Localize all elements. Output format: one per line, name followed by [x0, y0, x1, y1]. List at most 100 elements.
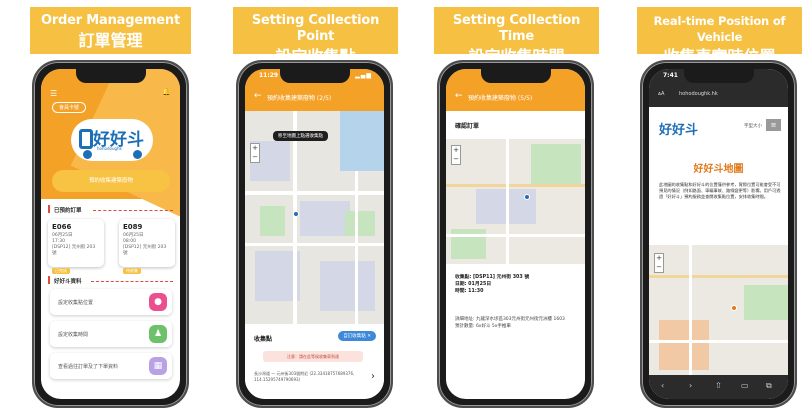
back-arrow-icon[interactable]: ←: [254, 91, 262, 101]
vehicle-marker-icon[interactable]: [731, 305, 737, 311]
map-road: [649, 340, 788, 343]
calendar-icon: ▦: [149, 357, 167, 375]
map-road: [689, 245, 692, 380]
book-collection-button[interactable]: 預約收集建築廢物: [52, 170, 170, 192]
caption-zh: 訂單管理: [78, 31, 143, 50]
map-location-pin-icon[interactable]: [293, 211, 299, 217]
logo-wheel: [83, 150, 92, 159]
order-summary: 收集點: [DSP11] 元州街 303 號 日期: 01月25日 時間: 11…: [455, 274, 580, 295]
order-code: E066: [52, 223, 72, 231]
map-instruction-banner: 移至地圖上點選收集點: [273, 131, 328, 141]
date-line: 日期: 01月25日: [455, 282, 492, 287]
caption-collection-time: Setting Collection Time 設定收集時間: [434, 7, 599, 66]
map-zoom-control[interactable]: + −: [250, 143, 260, 163]
app-logo: 好好斗 hohodoughk: [71, 119, 153, 161]
page-heading: 好好斗地圖: [693, 164, 744, 175]
order-address: [DSP12] 元州街 203 號: [123, 245, 167, 256]
phone-collection-time: ← 預約收集建築廢物 (5/5) 確認訂單 + − 收集點: [DSP11] 元州…: [437, 60, 594, 408]
address-text: 長沙灣道 — 元州街303號附近 (22.33418757689376, 114…: [254, 371, 355, 382]
card-label: 設定收集時間: [58, 332, 89, 338]
card-label: 查看過往訂單及了下單資料: [58, 364, 119, 370]
map-view[interactable]: + −: [446, 139, 585, 264]
logo-wheel: [133, 150, 142, 159]
order-code: E089: [123, 223, 143, 231]
phone-vehicle-position: 7:41 ᴀA hohodoughk.hk 好好斗 字型大小 ≡ 好好斗地圖 此…: [640, 60, 797, 408]
section-divider: [91, 281, 173, 282]
map-road: [649, 275, 788, 278]
map-road: [293, 111, 297, 324]
phone-notch: [75, 69, 146, 83]
status-time: 11:29: [259, 72, 279, 79]
hamburger-menu-icon[interactable]: ≡: [766, 119, 781, 131]
confirm-order-title: 確認訂單: [455, 123, 480, 130]
member-pill[interactable]: 會員卡號: [52, 102, 87, 113]
person-icon: ♟: [149, 325, 167, 343]
browser-screen: 7:41 ᴀA hohodoughk.hk 好好斗 字型大小 ≡ 好好斗地圖 此…: [649, 69, 788, 399]
warning-notice: 注意：請在此等候收集車到達: [263, 351, 363, 362]
browser-toolbar: ‹ › ⇧ ▭ ⧉: [649, 375, 788, 399]
back-icon[interactable]: ‹: [661, 381, 664, 390]
share-icon[interactable]: ⇧: [715, 381, 722, 390]
page-body-text: 此地圖的收集點和好好斗的位置僅供參考，實際位置可能會受不可預見的情況（例如路面、…: [659, 182, 781, 200]
app-screen: 11:29 ▂▄▆ ← 預約收集建築廢物 (2/5) + − 移至地圖上點選收集點…: [245, 69, 384, 399]
phone-notch: [480, 69, 551, 83]
phone-order-management: ☰ 🔔 會員卡號 好好斗 hohodoughk 預約收集建築廢物 已預約訂單 E…: [32, 60, 189, 408]
custom-point-button[interactable]: 自訂收集點 ✕: [338, 331, 376, 341]
tabs-icon[interactable]: ⧉: [766, 381, 772, 391]
detail-quantity: 預計數量: 6x好斗 5x手推車: [455, 323, 511, 329]
bookmarks-icon[interactable]: ▭: [741, 381, 749, 390]
url-field[interactable]: hohodoughk.hk: [679, 91, 718, 97]
site-logo[interactable]: 好好斗: [659, 119, 698, 138]
map-park: [531, 144, 581, 184]
app-screen: ☰ 🔔 會員卡號 好好斗 hohodoughk 預約收集建築廢物 已預約訂單 E…: [41, 69, 180, 399]
text-size-icon[interactable]: ᴀA: [658, 91, 664, 97]
map-road: [245, 243, 384, 246]
card-label: 設定收集點位置: [58, 300, 94, 306]
map-view[interactable]: + −: [245, 111, 384, 324]
back-arrow-icon[interactable]: ←: [455, 91, 463, 101]
caption-en: Setting Collection Time: [452, 13, 581, 44]
panel-title: 收集點: [254, 336, 273, 343]
set-time-card[interactable]: 設定收集時間 ♟: [50, 321, 172, 347]
map-park: [345, 211, 375, 236]
phone-notch: [279, 69, 350, 83]
header-title: 預約收集建築廢物 (2/5): [267, 95, 332, 102]
order-card[interactable]: E066 06月25日 17:30 [DSP12] 元州街 203 號 已完成: [48, 219, 104, 274]
set-location-card[interactable]: 設定收集點位置 ●: [50, 289, 172, 315]
caption-vehicle-position: Real-time Position of Vehicle 收集車實時位置: [637, 7, 802, 66]
caption-en: Setting Collection Point: [251, 13, 380, 44]
map-block: [659, 320, 709, 370]
collection-point-line: 收集點: [DSP11] 元州街 303 號: [455, 275, 530, 280]
info-section-title: 好好斗資料: [54, 279, 82, 285]
time-line: 時間: 11:30: [455, 289, 484, 294]
bell-icon[interactable]: 🔔: [162, 88, 171, 96]
caption-en: Real-time Position of Vehicle: [653, 14, 786, 44]
menu-icon[interactable]: ☰: [50, 89, 57, 98]
chevron-right-icon[interactable]: ›: [371, 371, 375, 382]
order-detail: 詳細地址: 九龍深水埗區303元州街元州街元洲樓 1603 預計數量: 6x好斗…: [455, 317, 580, 330]
map-location-pin-icon[interactable]: [524, 194, 530, 200]
font-size-link[interactable]: 字型大小: [744, 123, 762, 129]
map-water: [340, 111, 384, 171]
logo-subtext: hohodoughk: [97, 146, 122, 151]
order-history-card[interactable]: 查看過往訂單及了下單資料 ▦: [50, 353, 172, 379]
status-icons: ▂▄▆: [355, 72, 372, 79]
detail-address: 詳細地址: 九龍深水埗區303元州街元州街元洲樓 1603: [455, 317, 565, 322]
map-road: [355, 171, 358, 324]
collection-point-panel: 收集點 自訂收集點 ✕ 注意：請在此等候收集車到達 長沙灣道 — 元州街303號…: [245, 324, 384, 399]
map-block: [320, 261, 375, 311]
order-status-badge: 待收集: [123, 268, 141, 274]
map-zoom-control[interactable]: + −: [451, 145, 461, 165]
status-time: 7:41: [663, 72, 678, 79]
map-block: [300, 201, 350, 236]
map-road: [245, 191, 384, 195]
section-marker: [48, 276, 50, 284]
map-zoom-control[interactable]: + −: [654, 253, 664, 273]
header-title: 預約收集建築廢物 (5/5): [468, 95, 533, 102]
map-view[interactable]: + −: [649, 245, 788, 380]
order-card[interactable]: E089 06月25日 08:00 [DSP12] 元州街 203 號 待收集: [119, 219, 175, 274]
forward-icon[interactable]: ›: [689, 381, 692, 390]
location-pin-icon: ●: [149, 293, 167, 311]
app-screen: ← 預約收集建築廢物 (5/5) 確認訂單 + − 收集點: [DSP11] 元州…: [446, 69, 585, 399]
map-park: [260, 206, 285, 236]
